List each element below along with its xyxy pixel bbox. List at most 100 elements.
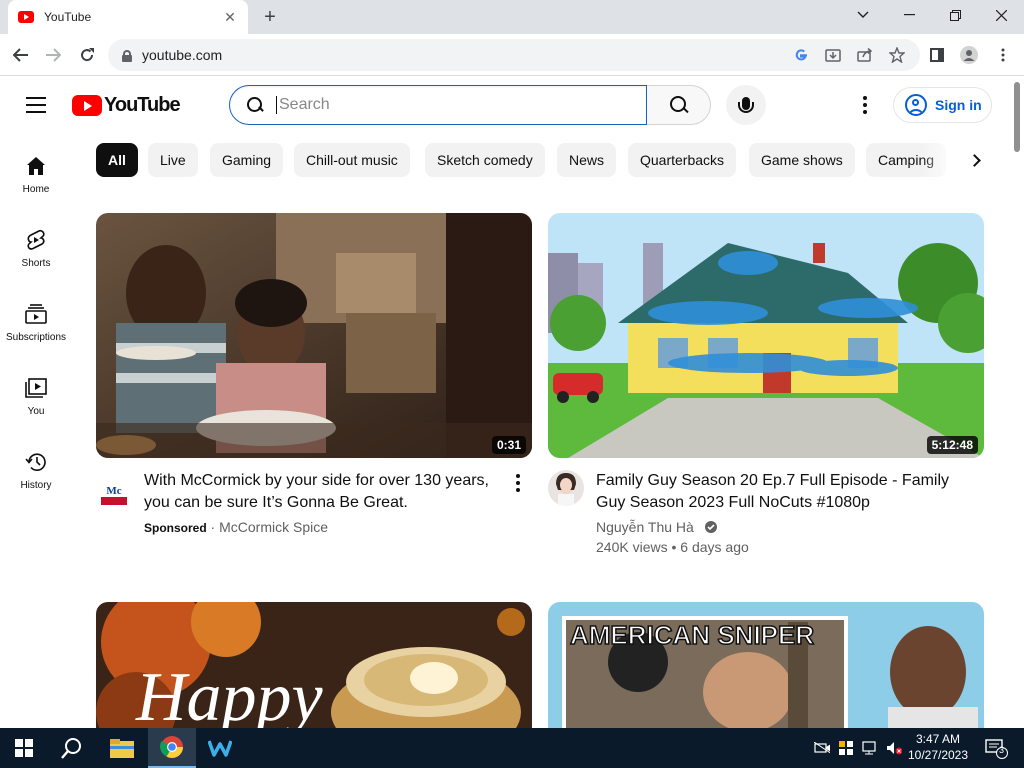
youtube-logo[interactable]: YouTube	[72, 94, 181, 117]
chip-news[interactable]: News	[557, 143, 617, 177]
youtube-logo-text: YouTube	[104, 94, 181, 116]
side-panel-icon	[930, 48, 944, 62]
guide-item-history[interactable]: History	[0, 430, 72, 504]
chevron-right-icon[interactable]	[964, 148, 988, 172]
reload-button[interactable]	[74, 42, 100, 68]
sponsored-label: Sponsored	[144, 521, 207, 535]
security-shield-icon[interactable]	[838, 740, 854, 756]
notification-count: 3	[999, 745, 1005, 755]
guide-item-subscriptions[interactable]: Subscriptions	[0, 282, 72, 356]
tab-search-button[interactable]	[840, 0, 886, 30]
channel-avatar[interactable]	[548, 470, 584, 506]
video-menu-button[interactable]	[510, 472, 526, 492]
clock-time: 3:47 AM	[915, 732, 961, 746]
meet-now-icon[interactable]	[814, 740, 830, 756]
action-center-button[interactable]: 3	[976, 728, 1016, 768]
scrollbar-thumb[interactable]	[1014, 82, 1020, 152]
video-thumbnail[interactable]: 5:12:48	[548, 213, 984, 458]
channel-name[interactable]: Nguyễn Thu Hà	[596, 519, 694, 535]
video-title[interactable]: Family Guy Season 20 Ep.7 Full Episode -…	[596, 470, 966, 514]
sign-in-button[interactable]: Sign in	[893, 87, 992, 123]
chip-chill-out-music[interactable]: Chill-out music	[294, 143, 410, 177]
guide-label: History	[20, 480, 52, 491]
guide-item-shorts[interactable]: Shorts	[0, 208, 72, 282]
chip-live[interactable]: Live	[148, 143, 198, 177]
thumbnail-image: Happy	[96, 602, 532, 728]
search-box[interactable]	[229, 85, 647, 125]
chrome-menu-button[interactable]	[994, 46, 1012, 64]
browser-tab-strip: YouTube ✕ +	[0, 0, 1024, 34]
star-icon	[889, 47, 905, 63]
page-scrollbar[interactable]	[1010, 76, 1024, 728]
network-icon[interactable]	[862, 740, 878, 756]
video-thumbnail[interactable]: 0:31	[96, 213, 532, 458]
subscriptions-icon	[24, 302, 48, 326]
chip-game-shows[interactable]: Game shows	[749, 143, 855, 177]
thumbnail-image: AMERICAN SNIPER	[548, 602, 984, 728]
guide-item-you[interactable]: You	[0, 356, 72, 430]
taskbar-clock[interactable]: 3:47 AM 10/27/2023	[906, 731, 970, 763]
restore-button[interactable]	[932, 0, 978, 30]
install-app-button[interactable]	[824, 46, 842, 64]
video-thumbnail[interactable]: AMERICAN SNIPER	[548, 602, 984, 728]
channel-avatar[interactable]: Mc	[96, 476, 132, 512]
guide-menu-icon[interactable]	[26, 97, 46, 113]
taskbar-search-button[interactable]	[48, 728, 96, 768]
chip-gaming[interactable]: Gaming	[210, 143, 284, 177]
guide-label: Shorts	[21, 258, 51, 269]
search-input[interactable]	[276, 96, 616, 114]
youtube-masthead: YouTube Sign in	[0, 76, 1010, 134]
new-tab-button[interactable]: +	[258, 6, 282, 28]
channel-avatar-image	[548, 470, 584, 506]
mccormick-logo: Mc	[96, 476, 132, 512]
chip-bar: All Live Gaming Chill-out music Sketch c…	[96, 143, 976, 177]
search-button[interactable]	[647, 85, 711, 125]
folder-icon	[110, 739, 134, 758]
video-stats: 240K views • 6 days ago	[596, 537, 749, 557]
reload-icon	[81, 48, 94, 62]
chip-all[interactable]: All	[96, 143, 138, 177]
microphone-icon	[738, 96, 754, 113]
guide-item-home[interactable]: Home	[0, 134, 72, 208]
notification-icon	[985, 739, 1008, 759]
home-icon	[24, 154, 48, 178]
video-thumbnail[interactable]: Happy	[96, 602, 532, 728]
share-button[interactable]	[856, 46, 874, 64]
chrome-taskbar-button[interactable]	[148, 728, 196, 768]
chip-sketch-comedy[interactable]: Sketch comedy	[425, 143, 545, 177]
guide-label: Home	[22, 184, 50, 195]
bookmark-star-button[interactable]	[888, 46, 906, 64]
video-title[interactable]: With McCormick by your side for over 130…	[144, 470, 504, 514]
guide-label: Subscriptions	[5, 332, 67, 343]
tab-close-icon[interactable]: ✕	[222, 9, 238, 26]
thumbnail-overlay-text: Happy	[135, 659, 324, 728]
profile-avatar-icon	[960, 46, 978, 64]
w-app-icon	[208, 740, 232, 757]
windows-taskbar: 3:47 AM 10/27/2023 3	[0, 728, 1024, 768]
restore-icon	[949, 9, 961, 21]
minimize-icon	[903, 14, 915, 16]
volume-muted-icon[interactable]	[886, 740, 902, 756]
clock-date: 10/27/2023	[907, 748, 969, 762]
google-icon[interactable]	[792, 46, 810, 64]
channel-name[interactable]: McCormick Spice	[219, 519, 328, 535]
search-icon	[669, 95, 689, 115]
browser-tab-youtube[interactable]: YouTube ✕	[8, 0, 248, 34]
back-button[interactable]	[8, 42, 34, 68]
chip-quarterbacks[interactable]: Quarterbacks	[628, 143, 737, 177]
start-button[interactable]	[0, 728, 48, 768]
side-panel-button[interactable]	[928, 46, 946, 64]
file-explorer-button[interactable]	[98, 728, 146, 768]
browser-toolbar: youtube.com	[0, 34, 1024, 76]
thumbnail-overlay-text: AMERICAN SNIPER	[570, 620, 814, 650]
forward-button[interactable]	[40, 42, 66, 68]
close-window-button[interactable]	[978, 0, 1024, 30]
minimize-button[interactable]	[886, 0, 932, 30]
video-duration: 5:12:48	[926, 436, 978, 454]
settings-menu-button[interactable]	[855, 93, 875, 117]
voice-search-button[interactable]	[726, 85, 766, 125]
app-w-button[interactable]	[196, 728, 244, 768]
google-g-icon	[795, 49, 807, 61]
profile-button[interactable]	[960, 46, 978, 64]
upload-age: 6 days ago	[680, 539, 749, 555]
